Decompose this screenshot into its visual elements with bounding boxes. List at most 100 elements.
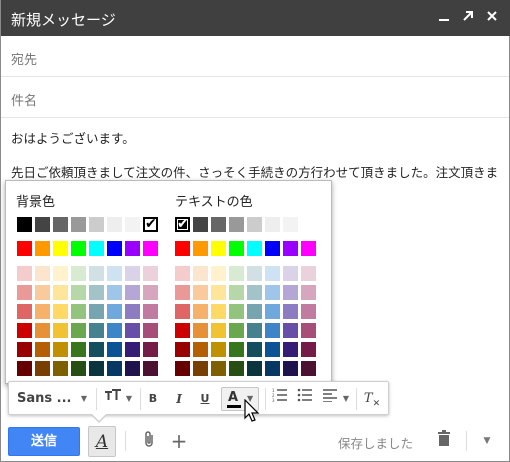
background-color-swatch[interactable] <box>143 241 158 256</box>
background-color-swatch[interactable] <box>53 323 68 338</box>
text-color-swatch[interactable] <box>247 323 262 338</box>
background-color-swatch[interactable] <box>53 217 68 232</box>
background-color-swatch[interactable] <box>125 323 140 338</box>
text-color-swatch[interactable] <box>283 323 298 338</box>
chevron-down-icon[interactable]: ▼ <box>477 430 497 452</box>
background-color-swatch[interactable] <box>107 241 122 256</box>
text-color-swatch[interactable] <box>301 241 316 256</box>
background-color-swatch[interactable] <box>17 361 32 376</box>
text-color-swatch[interactable] <box>211 342 226 357</box>
text-color-swatch[interactable] <box>229 304 244 319</box>
text-color-swatch[interactable] <box>229 342 244 357</box>
text-color-swatch[interactable] <box>193 323 208 338</box>
background-color-swatch[interactable] <box>17 285 32 300</box>
chevron-down-icon[interactable]: ▼ <box>341 388 351 410</box>
background-color-swatch[interactable] <box>35 266 50 281</box>
text-color-swatch[interactable] <box>193 241 208 256</box>
text-color-swatch[interactable] <box>175 285 190 300</box>
text-color-swatch[interactable] <box>247 285 262 300</box>
text-color-swatch[interactable] <box>301 304 316 319</box>
text-color-swatch[interactable] <box>301 285 316 300</box>
background-color-swatch[interactable] <box>71 285 86 300</box>
background-color-swatch[interactable] <box>35 342 50 357</box>
background-color-swatch[interactable] <box>35 285 50 300</box>
text-color-swatch[interactable] <box>175 216 190 232</box>
trash-icon[interactable] <box>434 430 454 452</box>
background-color-swatch[interactable] <box>53 304 68 319</box>
background-color-swatch[interactable] <box>89 342 104 357</box>
italic-button[interactable]: I <box>172 388 186 410</box>
text-color-swatch[interactable] <box>301 217 316 232</box>
text-size-icon[interactable] <box>103 388 123 410</box>
text-color-swatch[interactable] <box>283 241 298 256</box>
text-color-swatch[interactable] <box>247 361 262 376</box>
text-color-swatch[interactable] <box>229 266 244 281</box>
background-color-swatch[interactable] <box>143 285 158 300</box>
background-color-swatch[interactable] <box>125 241 140 256</box>
background-color-swatch[interactable] <box>89 217 104 232</box>
text-color-swatch[interactable] <box>211 304 226 319</box>
background-color-swatch[interactable] <box>125 217 140 232</box>
text-color-swatch[interactable] <box>247 266 262 281</box>
background-color-swatch[interactable] <box>71 241 86 256</box>
subject-field[interactable]: 件名 <box>1 78 509 118</box>
text-color-swatch[interactable] <box>283 217 298 232</box>
text-color-swatch[interactable] <box>229 285 244 300</box>
chevron-down-icon[interactable]: ▼ <box>124 388 134 410</box>
background-color-swatch[interactable] <box>125 304 140 319</box>
background-color-swatch[interactable] <box>17 241 32 256</box>
background-color-swatch[interactable] <box>17 266 32 281</box>
text-color-swatch[interactable] <box>265 241 280 256</box>
background-color-swatch[interactable] <box>143 216 158 232</box>
background-color-swatch[interactable] <box>71 342 86 357</box>
background-color-swatch[interactable] <box>125 342 140 357</box>
underline-button[interactable]: U <box>198 388 212 410</box>
text-color-swatch[interactable] <box>301 361 316 376</box>
background-color-swatch[interactable] <box>107 217 122 232</box>
align-icon[interactable] <box>321 388 339 410</box>
text-color-swatch[interactable] <box>211 241 226 256</box>
send-button[interactable]: 送信 <box>8 427 80 456</box>
bold-button[interactable]: B <box>146 388 160 410</box>
text-color-swatch[interactable] <box>229 241 244 256</box>
text-color-swatch[interactable] <box>193 217 208 232</box>
background-color-swatch[interactable] <box>89 241 104 256</box>
background-color-swatch[interactable] <box>89 361 104 376</box>
background-color-swatch[interactable] <box>107 342 122 357</box>
text-color-swatch[interactable] <box>175 323 190 338</box>
background-color-swatch[interactable] <box>35 361 50 376</box>
text-color-swatch[interactable] <box>211 285 226 300</box>
background-color-swatch[interactable] <box>107 304 122 319</box>
text-color-swatch[interactable] <box>211 266 226 281</box>
text-color-swatch[interactable] <box>193 304 208 319</box>
text-color-swatch[interactable] <box>247 342 262 357</box>
background-color-swatch[interactable] <box>107 266 122 281</box>
text-color-swatch[interactable] <box>265 285 280 300</box>
background-color-swatch[interactable] <box>107 361 122 376</box>
attachment-icon[interactable] <box>139 430 159 452</box>
text-color-swatch[interactable] <box>283 361 298 376</box>
text-color-swatch[interactable] <box>283 304 298 319</box>
background-color-swatch[interactable] <box>35 323 50 338</box>
background-color-swatch[interactable] <box>125 361 140 376</box>
background-color-swatch[interactable] <box>17 323 32 338</box>
text-color-swatch[interactable] <box>265 266 280 281</box>
text-color-swatch[interactable] <box>247 304 262 319</box>
text-color-swatch[interactable] <box>211 217 226 232</box>
background-color-swatch[interactable] <box>143 323 158 338</box>
background-color-swatch[interactable] <box>71 323 86 338</box>
text-color-swatch[interactable] <box>283 266 298 281</box>
text-color-swatch[interactable] <box>265 217 280 232</box>
background-color-swatch[interactable] <box>53 342 68 357</box>
text-color-swatch[interactable] <box>301 342 316 357</box>
more-options-plus-icon[interactable]: + <box>169 430 189 452</box>
background-color-swatch[interactable] <box>107 285 122 300</box>
minimize-icon[interactable] <box>435 9 453 27</box>
background-color-swatch[interactable] <box>143 304 158 319</box>
text-color-swatch[interactable] <box>193 342 208 357</box>
message-line-2[interactable]: 先日ご依頼頂きまして注文の件、さっそく手続きの方行わせて頂きました。注文頂きまし… <box>11 162 501 181</box>
background-color-swatch[interactable] <box>53 241 68 256</box>
font-family-select[interactable]: Sans ... <box>17 388 79 410</box>
background-color-swatch[interactable] <box>125 285 140 300</box>
text-color-swatch[interactable] <box>265 304 280 319</box>
